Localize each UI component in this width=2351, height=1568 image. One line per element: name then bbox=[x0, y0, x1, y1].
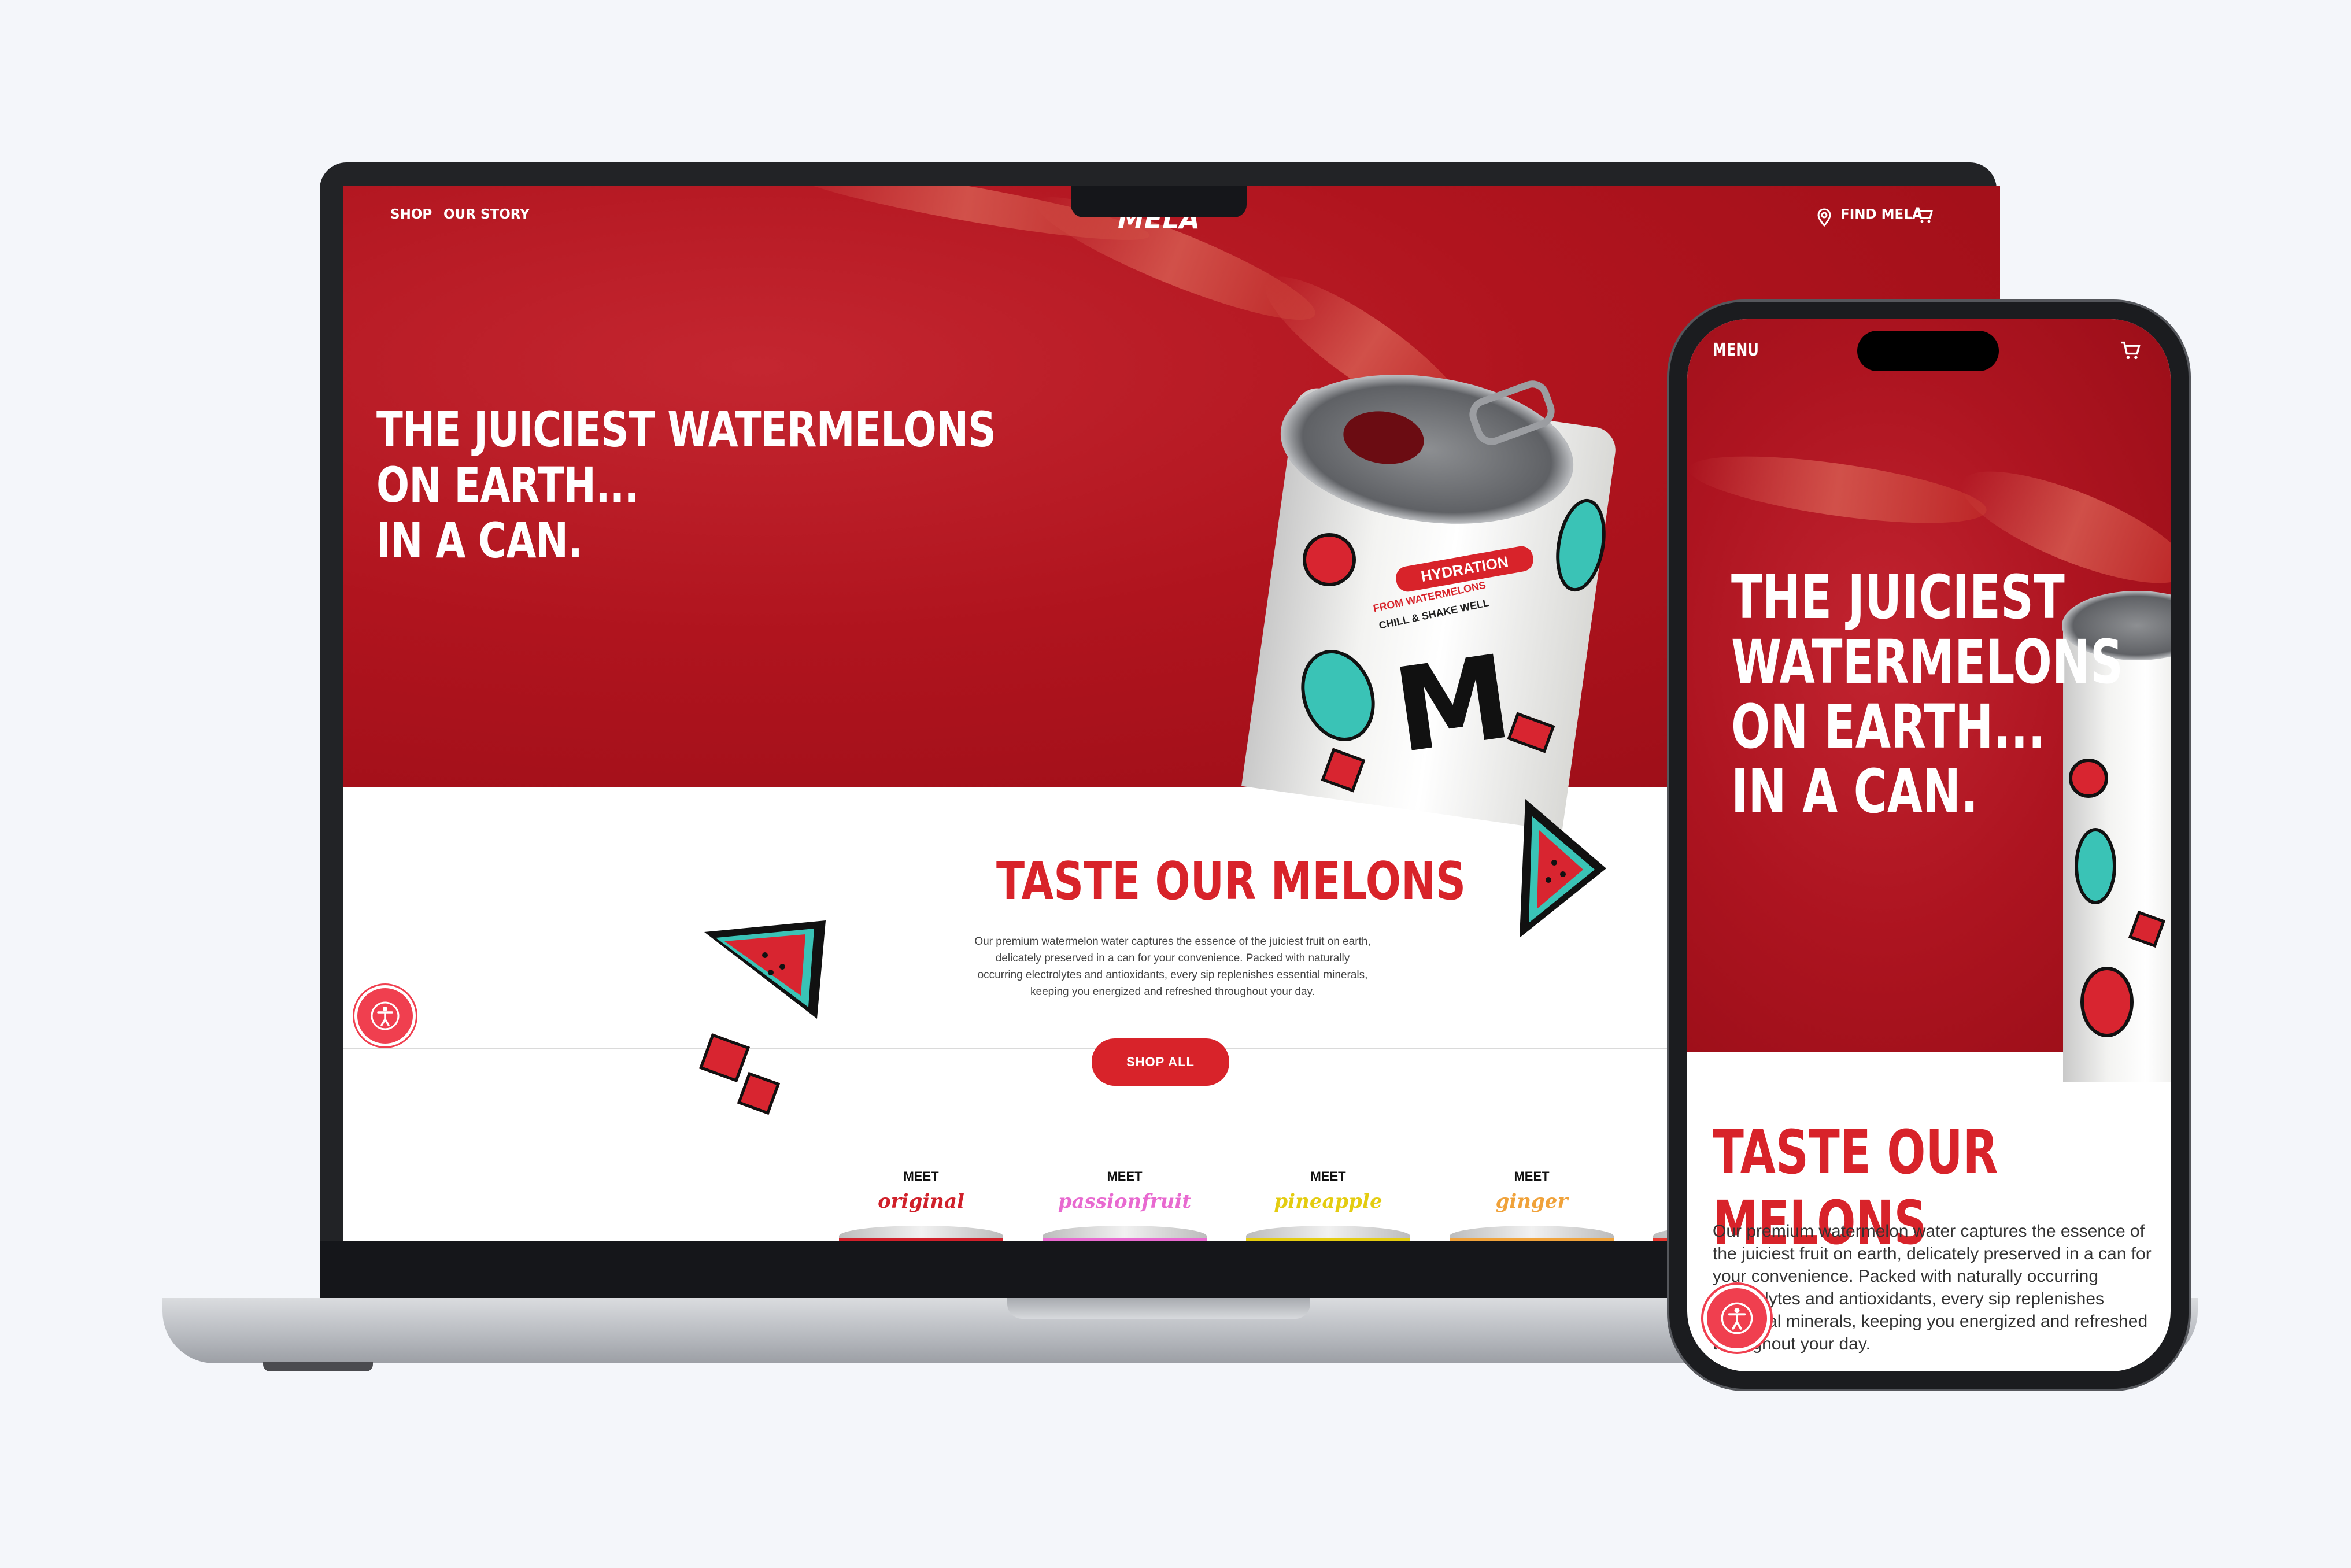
cart-icon[interactable] bbox=[2120, 340, 2142, 364]
flavor-name-link[interactable]: original bbox=[846, 1190, 996, 1213]
camera-notch bbox=[1071, 186, 1247, 217]
flavor-meet-label: MEET bbox=[1107, 1169, 1143, 1184]
watermelon-slice-icon bbox=[701, 909, 834, 1027]
hero-headline-line2: WATERMELONS bbox=[1731, 627, 2123, 697]
accessibility-icon[interactable] bbox=[354, 985, 416, 1046]
hero-headline-line1: THE JUICIEST WATERMELONS bbox=[376, 401, 996, 458]
phone-hero-section: MENU THE JUICIEST WATERMELONS ON EARTH..… bbox=[1687, 319, 2171, 1082]
nav-shop-link[interactable]: SHOP bbox=[390, 207, 432, 222]
hero-headline-line3: ON EARTH... bbox=[1731, 691, 2046, 762]
hero-headline-line3: IN A CAN. bbox=[376, 512, 583, 569]
location-pin-icon[interactable] bbox=[1817, 208, 1832, 230]
section-title: TASTE OUR MELONS bbox=[996, 851, 1466, 912]
flavor-name-link[interactable]: pineapple bbox=[1253, 1190, 1403, 1213]
laptop-opening-groove bbox=[1007, 1298, 1310, 1319]
section-description: Our premium watermelon water captures th… bbox=[1713, 1222, 2152, 1353]
accessibility-icon[interactable] bbox=[1703, 1285, 1770, 1352]
hero-headline-line4: IN A CAN. bbox=[1731, 756, 1979, 827]
flavor-can-image[interactable] bbox=[1450, 1226, 1614, 1241]
flavor-can-image[interactable] bbox=[1246, 1226, 1410, 1241]
laptop-foot bbox=[263, 1362, 373, 1371]
hero-headline-line1: THE JUICIEST bbox=[1731, 562, 2065, 633]
flavor-meet-label: MEET bbox=[1514, 1169, 1550, 1184]
melon-cube-icon bbox=[737, 1071, 781, 1115]
flavor-name-link[interactable]: ginger bbox=[1457, 1190, 1607, 1213]
phone-screen: MENU THE JUICIEST WATERMELONS ON EARTH..… bbox=[1687, 319, 2171, 1371]
flavor-name-link[interactable]: passionfruit bbox=[1049, 1190, 1200, 1213]
melon-cube-icon bbox=[698, 1033, 751, 1083]
hero-headline-line2: ON EARTH... bbox=[376, 457, 639, 513]
cart-icon[interactable] bbox=[1914, 206, 1934, 227]
nav-our-story-link[interactable]: OUR STORY bbox=[443, 207, 530, 222]
dynamic-island bbox=[1857, 331, 1999, 371]
flavor-meet-label: MEET bbox=[903, 1169, 939, 1184]
flavor-meet-label: MEET bbox=[1310, 1169, 1346, 1184]
flavor-can-image[interactable] bbox=[839, 1226, 1003, 1241]
section-description: Our premium watermelon water captures th… bbox=[974, 935, 1371, 998]
nav-find-mela-link[interactable]: FIND MELA bbox=[1840, 207, 1923, 222]
watermelon-slice-icon bbox=[1491, 793, 1618, 946]
flavor-can-image[interactable] bbox=[1043, 1226, 1207, 1241]
menu-button[interactable]: MENU bbox=[1713, 340, 1759, 360]
shop-all-button[interactable]: SHOP ALL bbox=[1092, 1038, 1229, 1086]
